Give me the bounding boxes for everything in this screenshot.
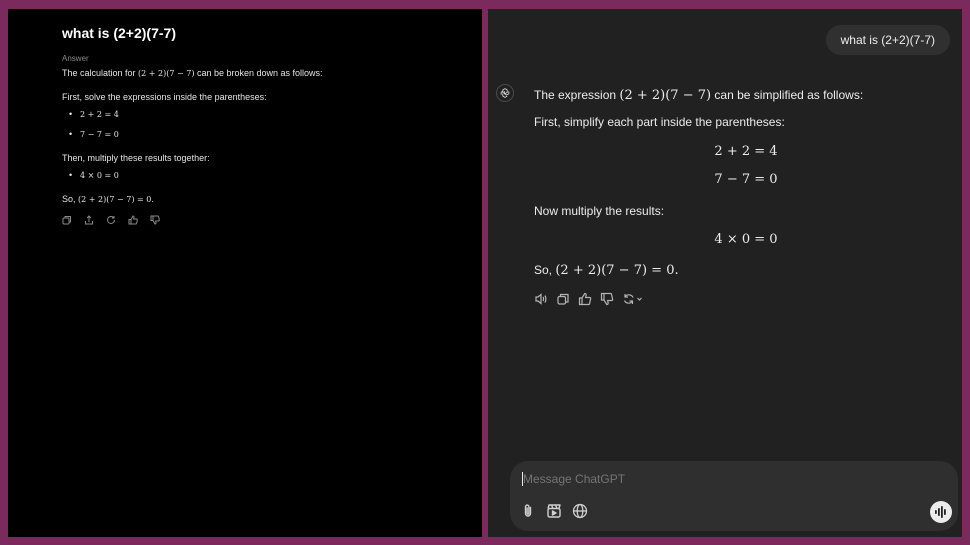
conclusion-prefix: So, [62, 194, 79, 204]
intro-prefix: The expression [534, 88, 620, 102]
assistant-intro: The expression (2 + 2)(7 − 7) can be sim… [534, 88, 863, 103]
thumbs-up-icon[interactable] [578, 292, 592, 306]
assistant-action-bar [534, 292, 644, 306]
tools-icon[interactable] [546, 503, 562, 519]
right-chat-pane: what is (2+2)(7-7) The expression (2 + 2… [488, 9, 962, 537]
assistant-avatar [496, 84, 514, 102]
conclusion-math: (2 + 2)(7 − 7) = 0 [78, 195, 152, 204]
share-icon[interactable] [84, 215, 94, 225]
conclusion-math: (2 + 2)(7 − 7) = 0. [555, 263, 679, 278]
display-equation: 2 + 2 = 4 [714, 144, 778, 159]
conclusion-line: So, (2 + 2)(7 − 7) = 0. [62, 194, 154, 204]
answer-label: Answer [62, 54, 89, 63]
assistant-step2: Now multiply the results: [534, 204, 665, 218]
regenerate-icon[interactable] [622, 292, 644, 306]
openai-logo-icon [500, 88, 510, 98]
assistant-conclusion: So, (2 + 2)(7 − 7) = 0. [534, 263, 679, 278]
copy-icon[interactable] [62, 215, 72, 225]
intro-suffix: can be broken down as follows: [194, 68, 323, 78]
list-item: 7 − 7 = 0 [69, 129, 119, 139]
step2-text: Then, multiply these results together: [62, 153, 210, 163]
intro-suffix: can be simplified as follows: [711, 88, 864, 102]
conclusion-suffix: . [151, 194, 154, 204]
assistant-step1: First, simplify each part inside the par… [534, 115, 785, 129]
display-equation: 4 × 0 = 0 [714, 232, 778, 247]
intro-prefix: The calculation for [62, 68, 139, 78]
left-answer-pane: what is (2+2)(7-7) Answer The calculatio… [8, 9, 482, 537]
intro-line: The calculation for (2 + 2)(7 − 7) can b… [62, 68, 323, 78]
question-title: what is (2+2)(7-7) [62, 25, 176, 41]
bullet-math: 7 − 7 = 0 [80, 130, 119, 139]
globe-icon[interactable] [572, 503, 588, 519]
message-composer [510, 461, 958, 531]
thumbs-up-icon[interactable] [128, 215, 138, 225]
intro-math: (2 + 2)(7 − 7) [619, 88, 712, 103]
display-equation: 7 − 7 = 0 [714, 172, 778, 187]
message-input[interactable] [523, 472, 923, 486]
voice-mode-icon [935, 506, 946, 518]
composer-tools [520, 503, 588, 519]
thumbs-down-icon[interactable] [600, 292, 614, 306]
conclusion-prefix: So, [534, 263, 556, 277]
bullet-math: 2 + 2 = 4 [80, 110, 119, 119]
step1-text: First, solve the expressions inside the … [62, 92, 267, 102]
intro-math: (2 + 2)(7 − 7) [138, 69, 195, 78]
regenerate-icon[interactable] [106, 215, 116, 225]
read-aloud-icon[interactable] [534, 292, 548, 306]
left-action-bar [62, 215, 160, 225]
copy-icon[interactable] [556, 292, 570, 306]
voice-mode-button[interactable] [930, 501, 952, 523]
attach-icon[interactable] [520, 503, 536, 519]
user-message-bubble: what is (2+2)(7-7) [825, 25, 950, 55]
list-item: 4 × 0 = 0 [69, 170, 119, 180]
bullet-math: 4 × 0 = 0 [80, 171, 119, 180]
list-item: 2 + 2 = 4 [69, 109, 119, 119]
thumbs-down-icon[interactable] [150, 215, 160, 225]
